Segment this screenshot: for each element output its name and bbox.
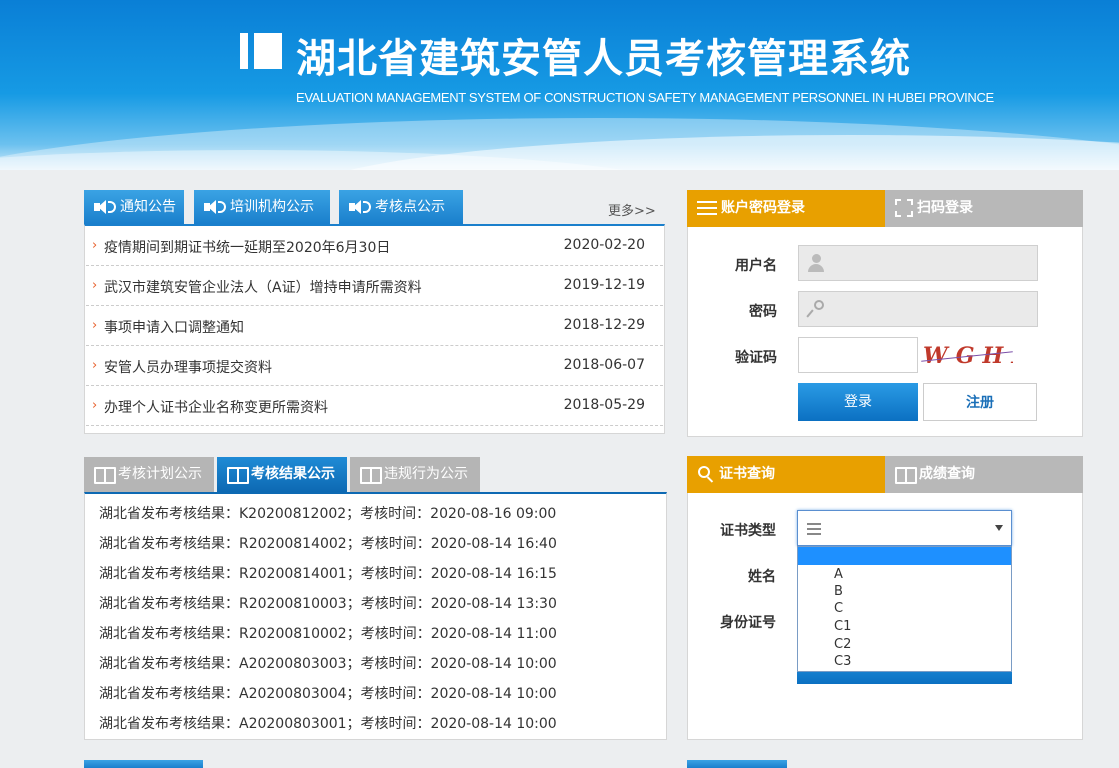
news-item[interactable]: › 事项申请入口调整通知 2018-12-29 — [86, 306, 663, 346]
cert-type-select[interactable] — [797, 510, 1012, 546]
arrow-right-icon: › — [92, 398, 98, 413]
scan-icon — [895, 199, 913, 217]
site-header: 湖北省建筑安管人员考核管理系统 EVALUATION MANAGEMENT SY… — [0, 0, 1119, 170]
news-item[interactable]: › 安管人员办理事项提交资料 2018-06-07 — [86, 346, 663, 386]
news-title[interactable]: 疫情期间到期证书统一延期至2020年6月30日 — [104, 237, 390, 257]
arrow-right-icon: › — [92, 238, 98, 253]
result-item[interactable]: 湖北省发布考核结果：K20200812002；考核时间：2020-08-16 0… — [99, 503, 556, 523]
news-title[interactable]: 武汉市建筑安管企业法人（A证）增持申请所需资料 — [104, 277, 422, 297]
tab-label: 考核点公示 — [375, 199, 445, 215]
captcha-input[interactable] — [798, 337, 918, 373]
login-button[interactable]: 登录 — [798, 383, 918, 421]
tab-exam-sites[interactable]: 考核点公示 — [339, 190, 463, 224]
news-title[interactable]: 事项申请入口调整通知 — [104, 317, 244, 337]
tab-label: 扫码登录 — [917, 200, 973, 216]
search-icon — [697, 465, 715, 483]
tab-scan-login[interactable]: 扫码登录 — [885, 190, 1083, 227]
news-item[interactable]: › 疫情期间到期证书统一延期至2020年6月30日 2020-02-20 — [86, 226, 663, 266]
result-item[interactable]: 湖北省发布考核结果：R20200810003；考核时间：2020-08-14 1… — [99, 593, 557, 613]
book-icon — [94, 466, 116, 484]
captcha-label: 验证码 — [735, 350, 777, 366]
speaker-icon — [349, 199, 371, 215]
news-date: 2018-12-29 — [563, 317, 645, 333]
tab-notice[interactable]: 通知公告 — [84, 190, 184, 224]
dropdown-option[interactable]: A — [834, 567, 843, 582]
dropdown-option[interactable]: C — [834, 601, 843, 616]
tab-exam-plan[interactable]: 考核计划公示 — [84, 457, 214, 492]
dropdown-option[interactable]: C2 — [834, 637, 851, 652]
news-title[interactable]: 安管人员办理事项提交资料 — [104, 357, 272, 377]
result-item[interactable]: 湖北省发布考核结果：R20200814002；考核时间：2020-08-14 1… — [99, 533, 557, 553]
news-item[interactable]: › 武汉市建筑安管企业法人（A证）增持申请所需资料 2019-12-19 — [86, 266, 663, 306]
password-input[interactable] — [798, 291, 1038, 327]
chevron-down-icon — [995, 525, 1003, 531]
tab-label: 成绩查询 — [919, 466, 975, 482]
news-date: 2018-05-29 — [563, 397, 645, 413]
site-title: 湖北省建筑安管人员考核管理系统 — [296, 36, 911, 82]
news-title[interactable]: 办理个人证书企业名称变更所需资料 — [104, 397, 328, 417]
more-link[interactable]: 更多>> — [608, 200, 656, 219]
bottom-tab-partial — [84, 760, 203, 768]
tab-label: 证书查询 — [719, 466, 775, 482]
result-item[interactable]: 湖北省发布考核结果：A20200803001；考核时间：2020-08-14 1… — [99, 713, 557, 733]
dropdown-option[interactable]: C1 — [834, 619, 851, 634]
arrow-right-icon: › — [92, 358, 98, 373]
tab-exam-results[interactable]: 考核结果公示 — [217, 457, 347, 492]
tab-label: 考核计划公示 — [118, 466, 202, 482]
site-subtitle: EVALUATION MANAGEMENT SYSTEM OF CONSTRUC… — [296, 90, 994, 105]
tab-violations[interactable]: 违规行为公示 — [350, 457, 480, 492]
name-label: 姓名 — [748, 569, 776, 585]
tab-cert-query[interactable]: 证书查询 — [687, 456, 885, 493]
tab-label: 通知公告 — [120, 199, 176, 215]
site-logo-icon — [240, 33, 282, 69]
arrow-right-icon: › — [92, 318, 98, 333]
cert-type-dropdown: A B C C1 C2 C3 — [797, 546, 1012, 672]
register-button[interactable]: 注册 — [923, 383, 1037, 421]
key-icon — [806, 300, 825, 318]
book-icon — [895, 466, 917, 484]
list-icon — [807, 523, 821, 535]
cert-type-label: 证书类型 — [720, 523, 776, 539]
tab-label: 账户密码登录 — [721, 200, 805, 216]
result-item[interactable]: 湖北省发布考核结果：A20200803003；考核时间：2020-08-14 1… — [99, 653, 557, 673]
news-date: 2020-02-20 — [563, 237, 645, 253]
book-icon — [227, 466, 249, 484]
dropdown-option[interactable]: B — [834, 584, 843, 599]
tab-score-query[interactable]: 成绩查询 — [885, 456, 1083, 493]
username-label: 用户名 — [735, 258, 777, 274]
arrow-right-icon: › — [92, 278, 98, 293]
speaker-icon — [204, 199, 226, 215]
dropdown-option[interactable]: C3 — [834, 654, 851, 669]
tab-label: 考核结果公示 — [251, 466, 335, 482]
speaker-icon — [94, 199, 116, 215]
result-item[interactable]: 湖北省发布考核结果：R20200810002；考核时间：2020-08-14 1… — [99, 623, 557, 643]
menu-icon — [697, 201, 717, 215]
result-item[interactable]: 湖北省发布考核结果：R20200814001；考核时间：2020-08-14 1… — [99, 563, 557, 583]
tab-password-login[interactable]: 账户密码登录 — [687, 190, 885, 227]
dropdown-option-highlighted[interactable] — [798, 547, 1011, 565]
news-item[interactable]: › 办理个人证书企业名称变更所需资料 2018-05-29 — [86, 386, 663, 426]
user-icon — [807, 254, 825, 272]
password-label: 密码 — [749, 304, 777, 320]
username-input[interactable] — [798, 245, 1038, 281]
result-item[interactable]: 湖北省发布考核结果：A20200803004；考核时间：2020-08-14 1… — [99, 683, 557, 703]
tab-label: 违规行为公示 — [384, 466, 468, 482]
tab-label: 培训机构公示 — [230, 199, 314, 215]
tab-training-institutions[interactable]: 培训机构公示 — [194, 190, 330, 224]
id-label: 身份证号 — [720, 615, 776, 631]
news-date: 2018-06-07 — [563, 357, 645, 373]
captcha-image[interactable]: WGHI — [921, 340, 1013, 372]
bottom-tab-partial — [687, 760, 787, 768]
book-icon — [360, 466, 382, 484]
news-date: 2019-12-19 — [563, 277, 645, 293]
